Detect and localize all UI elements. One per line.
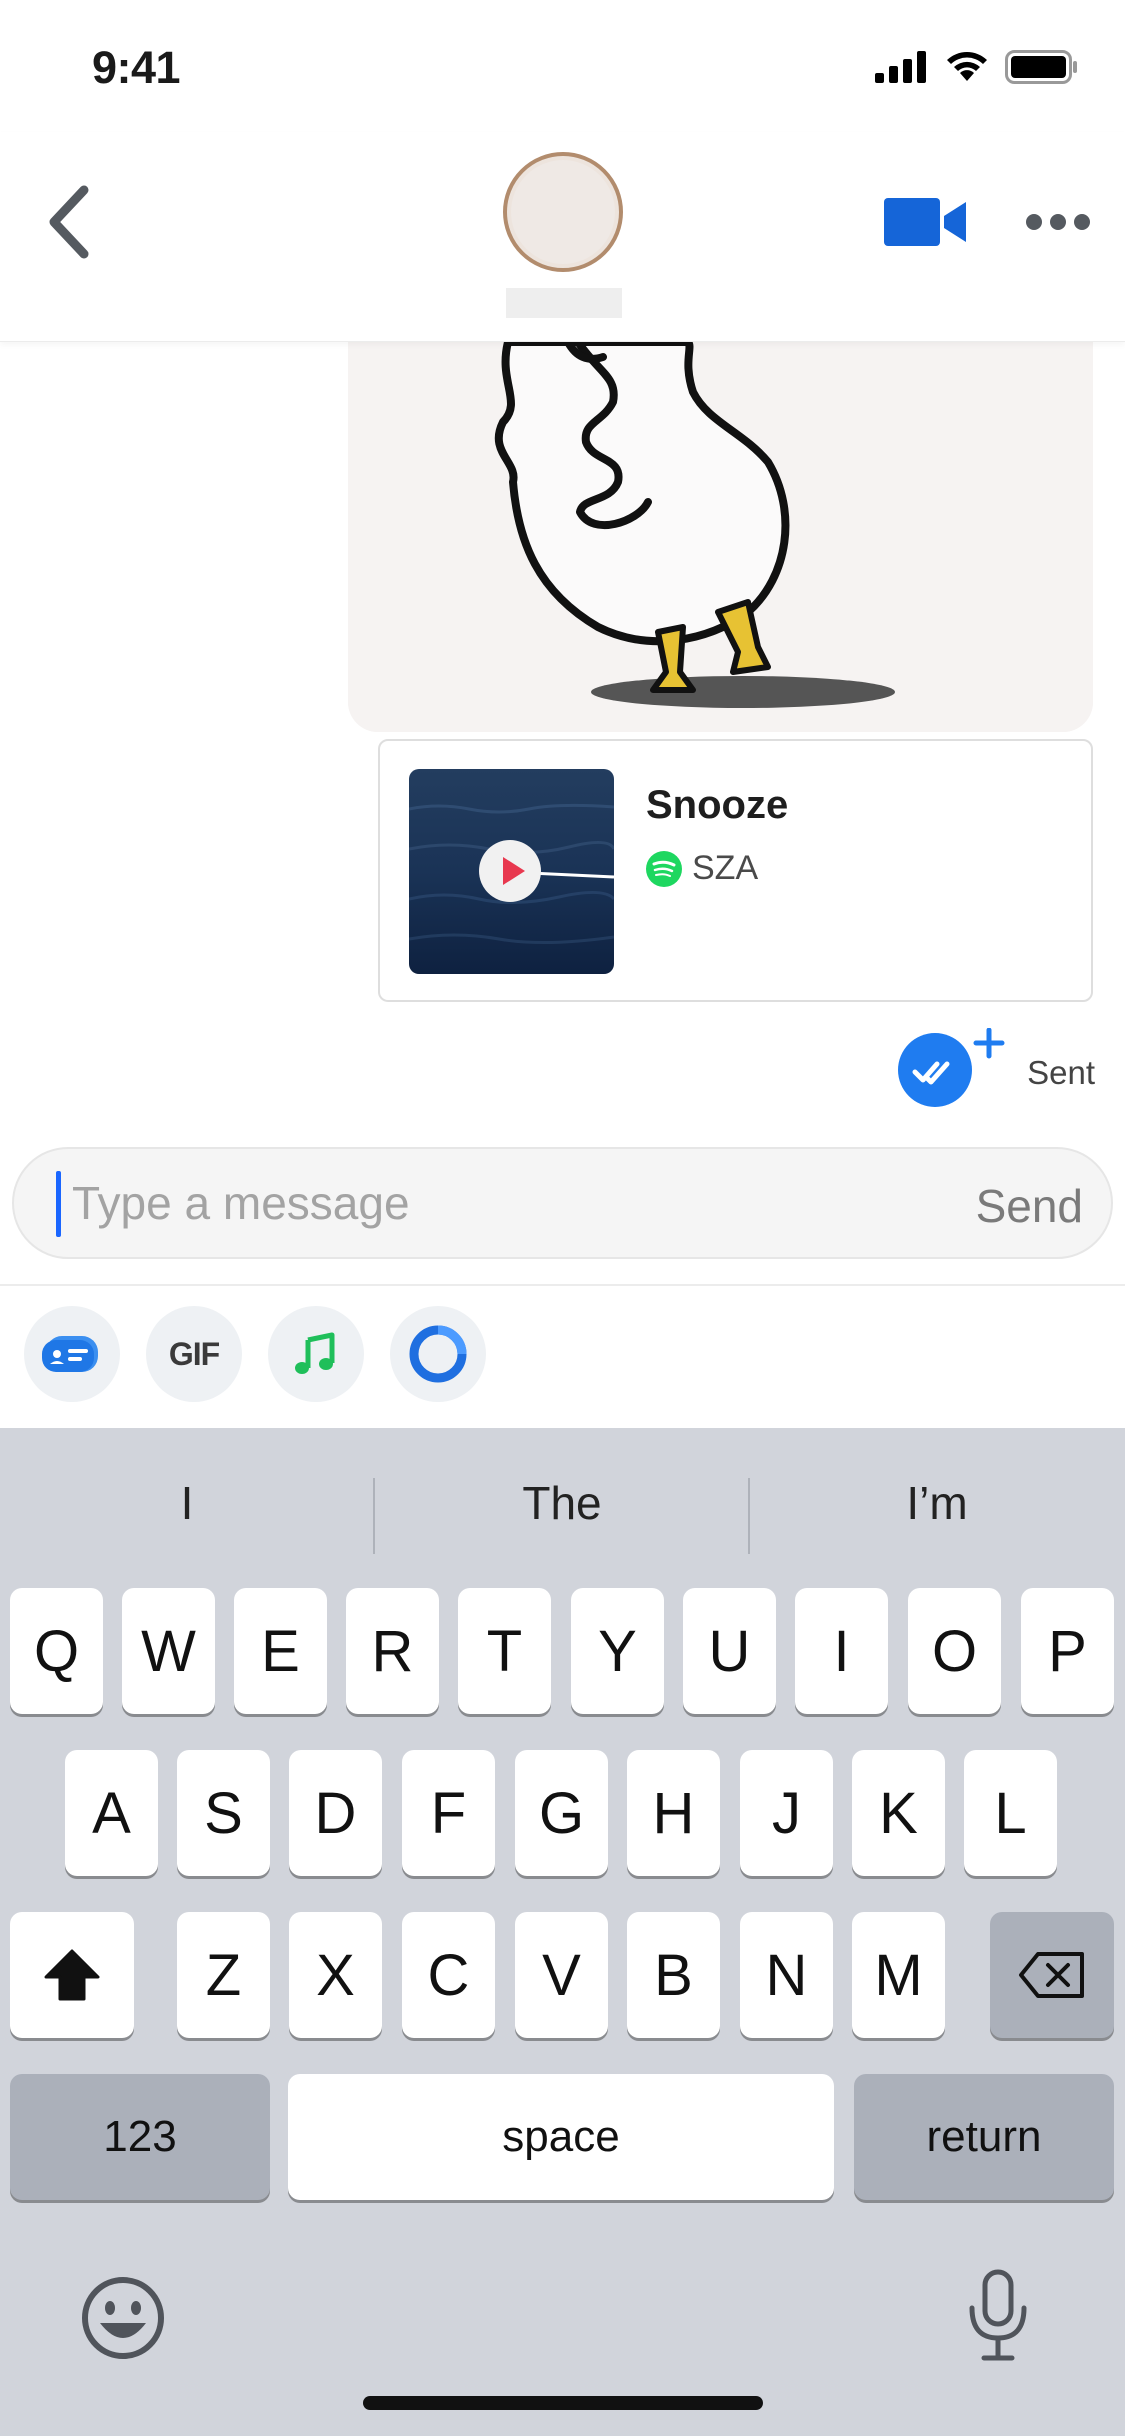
dictation-key[interactable] xyxy=(966,2268,1030,2369)
delete-key[interactable] xyxy=(990,1912,1114,2038)
message-input[interactable] xyxy=(72,1159,892,1247)
key-m[interactable]: M xyxy=(852,1912,945,2038)
suggestion-1[interactable]: I xyxy=(0,1476,374,1530)
suggestion-3[interactable]: I’m xyxy=(750,1476,1124,1530)
status-bar: 9:41 xyxy=(0,0,1125,132)
text-caret xyxy=(56,1171,61,1237)
key-f[interactable]: F xyxy=(402,1750,495,1876)
artist-row: SZA xyxy=(646,849,758,888)
chevron-left-icon xyxy=(49,185,89,259)
status-ring-button[interactable] xyxy=(390,1306,486,1402)
key-z[interactable]: Z xyxy=(177,1912,270,2038)
message-status: Sent xyxy=(897,1028,1095,1108)
artist-name: SZA xyxy=(692,849,759,887)
track-title: Snooze xyxy=(646,783,789,827)
key-j[interactable]: J xyxy=(740,1750,833,1876)
chat-header xyxy=(0,132,1125,342)
composer-divider xyxy=(0,1284,1125,1286)
sticker-icon xyxy=(42,1336,98,1372)
key-e[interactable]: E xyxy=(234,1588,327,1714)
status-icons xyxy=(875,50,1079,84)
numbers-key[interactable]: 123 xyxy=(10,2074,270,2200)
attachment-toolbar: GIF xyxy=(24,1306,486,1402)
video-camera-icon xyxy=(884,198,966,246)
key-n[interactable]: N xyxy=(740,1912,833,2038)
shift-arrow-icon xyxy=(44,1949,100,2001)
music-share-card[interactable]: Snooze SZA xyxy=(378,739,1093,1002)
key-v[interactable]: V xyxy=(515,1912,608,2038)
key-y[interactable]: Y xyxy=(571,1588,664,1714)
circle-ring-icon xyxy=(409,1325,467,1383)
duck-sticker-image xyxy=(348,342,1093,732)
key-s[interactable]: S xyxy=(177,1750,270,1876)
battery-icon xyxy=(1005,50,1077,84)
status-time: 9:41 xyxy=(92,42,181,93)
music-note-icon xyxy=(295,1332,335,1374)
contact-avatar[interactable] xyxy=(503,152,623,272)
double-check-icon xyxy=(898,1028,1005,1107)
gif-button[interactable]: GIF xyxy=(146,1306,242,1402)
key-h[interactable]: H xyxy=(627,1750,720,1876)
key-p[interactable]: P xyxy=(1021,1588,1114,1714)
key-l[interactable]: L xyxy=(964,1750,1057,1876)
key-r[interactable]: R xyxy=(346,1588,439,1714)
key-g[interactable]: G xyxy=(515,1750,608,1876)
more-dots-icon xyxy=(1026,214,1090,230)
key-q[interactable]: Q xyxy=(10,1588,103,1714)
emoji-face-icon xyxy=(82,2277,164,2359)
send-button[interactable]: Send xyxy=(976,1179,1083,1233)
shift-key[interactable] xyxy=(10,1912,134,2038)
contact-name-redacted[interactable] xyxy=(506,288,622,318)
play-icon[interactable] xyxy=(478,839,542,903)
video-call-button[interactable] xyxy=(884,192,970,252)
key-b[interactable]: B xyxy=(627,1912,720,2038)
emoji-key[interactable] xyxy=(80,2275,166,2366)
wifi-icon xyxy=(947,52,987,81)
key-x[interactable]: X xyxy=(289,1912,382,2038)
home-indicator[interactable] xyxy=(363,2396,763,2410)
sent-label: Sent xyxy=(1027,1054,1095,1091)
album-art[interactable] xyxy=(409,769,614,974)
spotify-icon xyxy=(646,850,682,887)
more-options-button[interactable] xyxy=(1025,212,1091,232)
space-key[interactable]: space xyxy=(288,2074,834,2200)
ios-keyboard: I The I’m Q W E R T Y U I O P A S D F G … xyxy=(0,1428,1125,2436)
music-button[interactable] xyxy=(268,1306,364,1402)
back-button[interactable] xyxy=(40,180,100,264)
sticker-button[interactable] xyxy=(24,1306,120,1402)
key-c[interactable]: C xyxy=(402,1912,495,2038)
key-k[interactable]: K xyxy=(852,1750,945,1876)
key-t[interactable]: T xyxy=(458,1588,551,1714)
key-u[interactable]: U xyxy=(683,1588,776,1714)
return-key[interactable]: return xyxy=(854,2074,1114,2200)
backspace-icon xyxy=(1019,1952,1084,1998)
predictive-bar: I The I’m xyxy=(0,1428,1125,1578)
message-list[interactable]: Snooze SZA Sent xyxy=(0,342,1125,1132)
key-d[interactable]: D xyxy=(289,1750,382,1876)
message-composer[interactable]: Send xyxy=(12,1147,1113,1259)
key-w[interactable]: W xyxy=(122,1588,215,1714)
key-i[interactable]: I xyxy=(795,1588,888,1714)
gif-label: GIF xyxy=(168,1335,220,1372)
suggestion-2[interactable]: The xyxy=(375,1476,749,1530)
microphone-icon xyxy=(969,2269,1027,2361)
cellular-signal-icon xyxy=(875,51,926,83)
key-o[interactable]: O xyxy=(908,1588,1001,1714)
key-a[interactable]: A xyxy=(65,1750,158,1876)
duck-sticker-message[interactable] xyxy=(348,342,1093,732)
